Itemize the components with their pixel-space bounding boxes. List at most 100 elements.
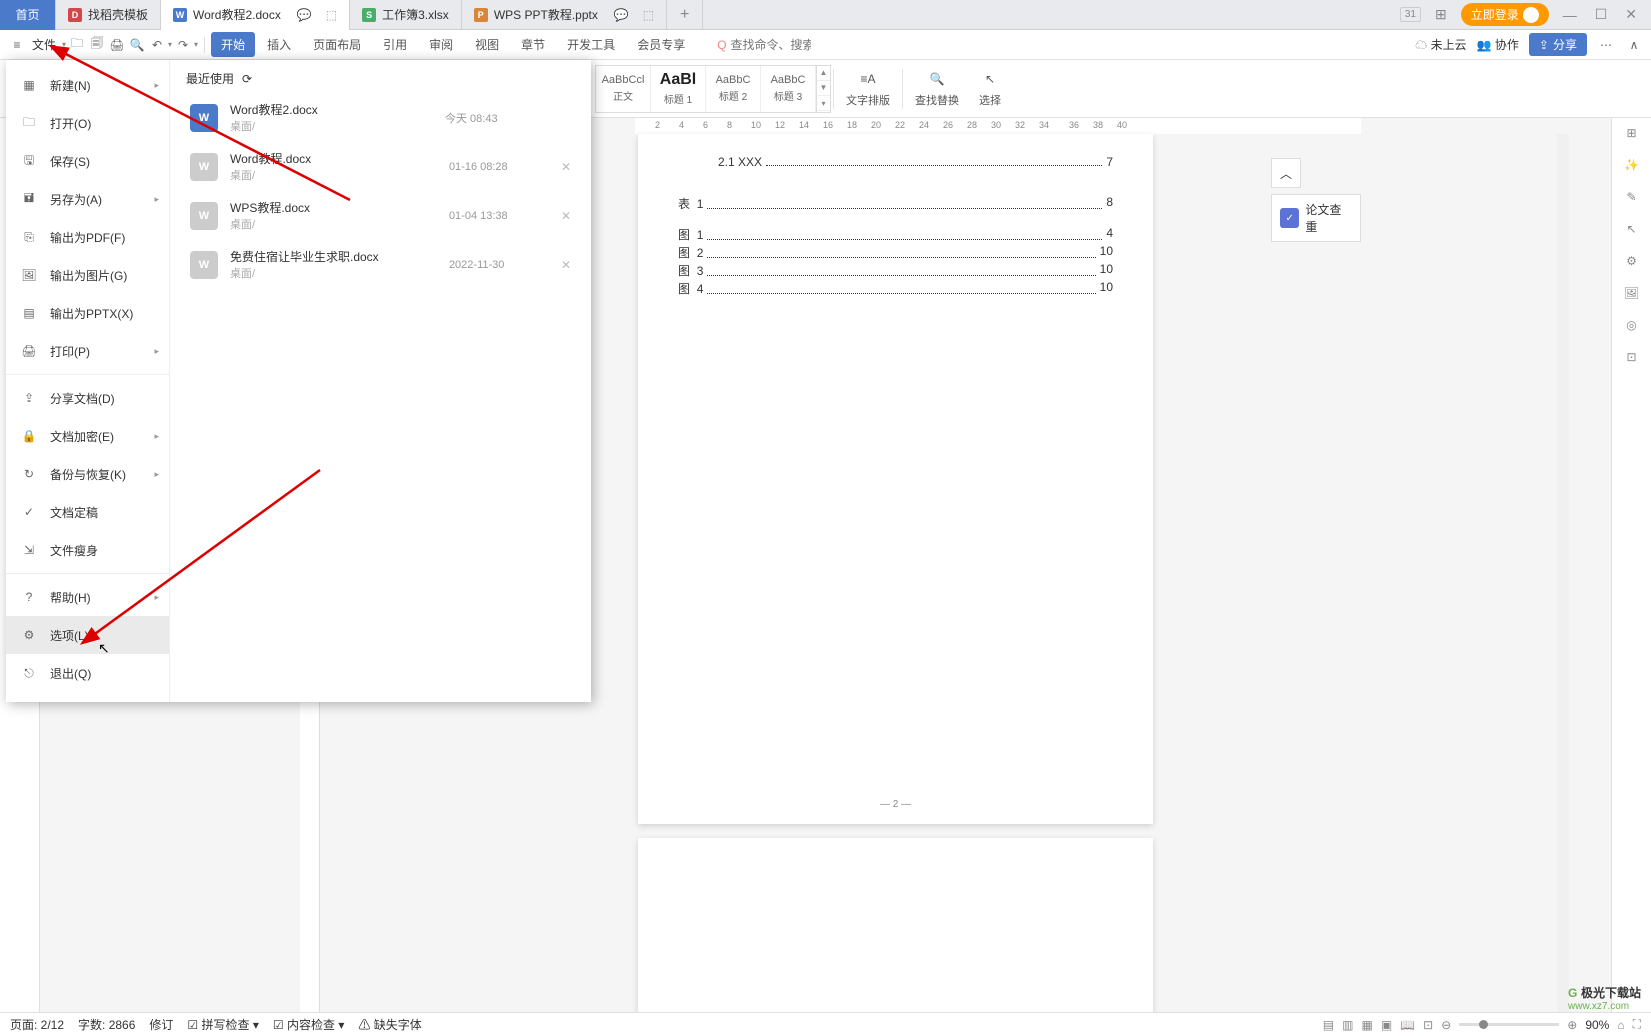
collab-button[interactable]: 👥 协作 [1477, 36, 1519, 53]
redo-icon[interactable]: ↷ [174, 36, 192, 54]
ribbon-tab-review[interactable]: 审阅 [419, 32, 463, 57]
ribbon-tab-chapter[interactable]: 章节 [511, 32, 555, 57]
ribbon-tab-layout[interactable]: 页面布局 [303, 32, 371, 57]
zoom-value[interactable]: 90% [1585, 1018, 1609, 1032]
scrollbar[interactable] [1557, 134, 1569, 1012]
ribbon-tab-start[interactable]: 开始 [211, 32, 255, 57]
tab-word-doc[interactable]: WWord教程2.docx💬⬚ [161, 0, 350, 30]
track-changes[interactable]: 修订 [149, 1016, 173, 1033]
tab-template[interactable]: D找稻壳模板 [56, 0, 161, 30]
menu-new[interactable]: ▦新建(N)▸ [6, 66, 169, 104]
search-input[interactable] [731, 38, 811, 52]
find-replace-button[interactable]: 🔍查找替换 [905, 65, 969, 113]
ribbon-tab-insert[interactable]: 插入 [257, 32, 301, 57]
word-count[interactable]: 字数: 2866 [78, 1016, 135, 1033]
menu-icon[interactable]: ≡ [8, 36, 26, 54]
horizontal-ruler[interactable]: 246810121416182022242628303234363840 [635, 118, 1361, 134]
tab-home[interactable]: 首页 [0, 0, 56, 30]
apps-icon[interactable]: ⊞ [1431, 6, 1451, 23]
tab-ppt[interactable]: PWPS PPT教程.pptx💬⬚ [462, 0, 667, 30]
maximize-icon[interactable]: ☐ [1591, 6, 1612, 23]
ribbon-tab-view[interactable]: 视图 [465, 32, 509, 57]
zoom-out-icon[interactable]: ⊖ [1441, 1018, 1451, 1032]
more-icon[interactable]: ⋯ [1597, 36, 1615, 54]
badge-icon[interactable]: 31 [1400, 7, 1421, 22]
style-gallery[interactable]: AaBbCcl正文 AaBl标题 1 AaBbC标题 2 AaBbC标题 3 ▲… [595, 65, 831, 113]
page-2[interactable] [638, 838, 1153, 1012]
comment-icon[interactable]: 💬 [297, 8, 312, 22]
refresh-icon[interactable]: ⟳ [242, 72, 252, 86]
pointer-icon[interactable]: ↖ [1626, 222, 1636, 236]
collapse-panel-button[interactable]: ︿ [1271, 158, 1301, 188]
style-normal[interactable]: AaBbCcl正文 [596, 66, 651, 112]
menu-print[interactable]: 🖨打印(P)▸ [6, 332, 169, 370]
print-icon[interactable]: 🖨 [108, 36, 126, 54]
tab-add[interactable]: + [667, 0, 703, 30]
preview-icon[interactable]: 🔍 [128, 36, 146, 54]
comment-icon[interactable]: 💬 [614, 8, 629, 22]
close-icon[interactable]: ⬚ [326, 8, 337, 22]
home-icon[interactable]: ⌂ [1617, 1018, 1624, 1032]
magic-icon[interactable]: ✨ [1624, 158, 1639, 172]
menu-finalize[interactable]: ✓文档定稿 [6, 493, 169, 531]
remove-icon[interactable]: ✕ [561, 258, 571, 272]
menu-export-pdf[interactable]: ⎘输出为PDF(F) [6, 218, 169, 256]
spell-check[interactable]: ☑ 拼写检查 ▾ [187, 1016, 258, 1033]
view-web-icon[interactable]: ▥ [1342, 1018, 1353, 1032]
settings-icon[interactable]: ⚙ [1626, 254, 1637, 268]
fullscreen-icon[interactable]: ⛶ [1633, 1017, 1641, 1032]
missing-fonts[interactable]: ⚠ 缺失字体 [358, 1016, 421, 1033]
recent-file[interactable]: WWord教程2.docx桌面/今天 08:43 [186, 93, 575, 142]
menu-save[interactable]: 🖫保存(S) [6, 142, 169, 180]
menu-exit[interactable]: ⎋退出(Q) [6, 654, 169, 692]
minimize-icon[interactable]: — [1559, 7, 1581, 23]
undo-icon[interactable]: ↶ [148, 36, 166, 54]
remove-icon[interactable]: ✕ [561, 209, 571, 223]
image-icon[interactable]: 🖼 [1624, 286, 1639, 300]
toolbox-icon[interactable]: ⊞ [1626, 126, 1636, 140]
collapse-icon[interactable]: ∧ [1625, 36, 1643, 54]
menu-help[interactable]: ?帮助(H)▸ [6, 578, 169, 616]
cloud-status[interactable]: ☁ 未上云 [1415, 36, 1466, 53]
menu-slim[interactable]: ⇲文件瘦身 [6, 531, 169, 569]
menu-export-pptx[interactable]: ▤输出为PPTX(X) [6, 294, 169, 332]
tab-xls[interactable]: S工作簿3.xlsx [350, 0, 462, 30]
share-button[interactable]: ⇪分享 [1529, 33, 1587, 56]
style-h3[interactable]: AaBbC标题 3 [761, 66, 816, 112]
style-h1[interactable]: AaBl标题 1 [651, 66, 706, 112]
close-icon[interactable]: ✕ [1621, 6, 1641, 23]
pen-icon[interactable]: ✎ [1626, 190, 1636, 204]
menu-saveas[interactable]: 🖬另存为(A)▸ [6, 180, 169, 218]
ribbon-tab-dev[interactable]: 开发工具 [557, 32, 625, 57]
gallery-scroll[interactable]: ▲▼▾ [816, 66, 830, 112]
book-icon[interactable]: 📖 [1400, 1018, 1415, 1032]
save-icon[interactable]: 🗀 [68, 36, 86, 54]
zoom-slider[interactable] [1459, 1023, 1559, 1026]
menu-options[interactable]: ⚙选项(L) [6, 616, 169, 654]
recent-file[interactable]: WWPS教程.docx桌面/01-04 13:38✕ [186, 191, 575, 240]
close-icon[interactable]: ⬚ [643, 8, 654, 22]
view-page-icon[interactable]: ▤ [1323, 1018, 1334, 1032]
fit-icon[interactable]: ⊡ [1423, 1018, 1433, 1032]
menu-open[interactable]: 🗀打开(O) [6, 104, 169, 142]
view-icon[interactable]: ⊡ [1626, 350, 1636, 364]
page-1[interactable]: 2.1 XXX7 表 18 图 14 图 210 图 310 图 410 — 2… [638, 134, 1153, 824]
menu-export-img[interactable]: 🖼输出为图片(G) [6, 256, 169, 294]
target-icon[interactable]: ◎ [1626, 318, 1636, 332]
content-check[interactable]: ☑ 内容检查 ▾ [273, 1016, 344, 1033]
zoom-in-icon[interactable]: ⊕ [1567, 1018, 1577, 1032]
file-menu-button[interactable]: 文件 [28, 36, 60, 53]
page-indicator[interactable]: 页面: 2/12 [10, 1016, 64, 1033]
recent-file[interactable]: W免费住宿让毕业生求职.docx桌面/2022-11-30✕ [186, 240, 575, 289]
plagiarism-check-button[interactable]: ✓论文查重 [1271, 194, 1361, 242]
menu-share[interactable]: ⇪分享文档(D) [6, 379, 169, 417]
view-outline-icon[interactable]: ▦ [1361, 1018, 1372, 1032]
style-h2[interactable]: AaBbC标题 2 [706, 66, 761, 112]
ribbon-tab-member[interactable]: 会员专享 [627, 32, 695, 57]
menu-backup[interactable]: ↻备份与恢复(K)▸ [6, 455, 169, 493]
login-button[interactable]: 立即登录 [1461, 3, 1549, 26]
ribbon-tab-reference[interactable]: 引用 [373, 32, 417, 57]
text-layout-button[interactable]: ≡A文字排版 [836, 65, 900, 113]
remove-icon[interactable]: ✕ [561, 160, 571, 174]
recent-file[interactable]: WWord教程.docx桌面/01-16 08:28✕ [186, 142, 575, 191]
